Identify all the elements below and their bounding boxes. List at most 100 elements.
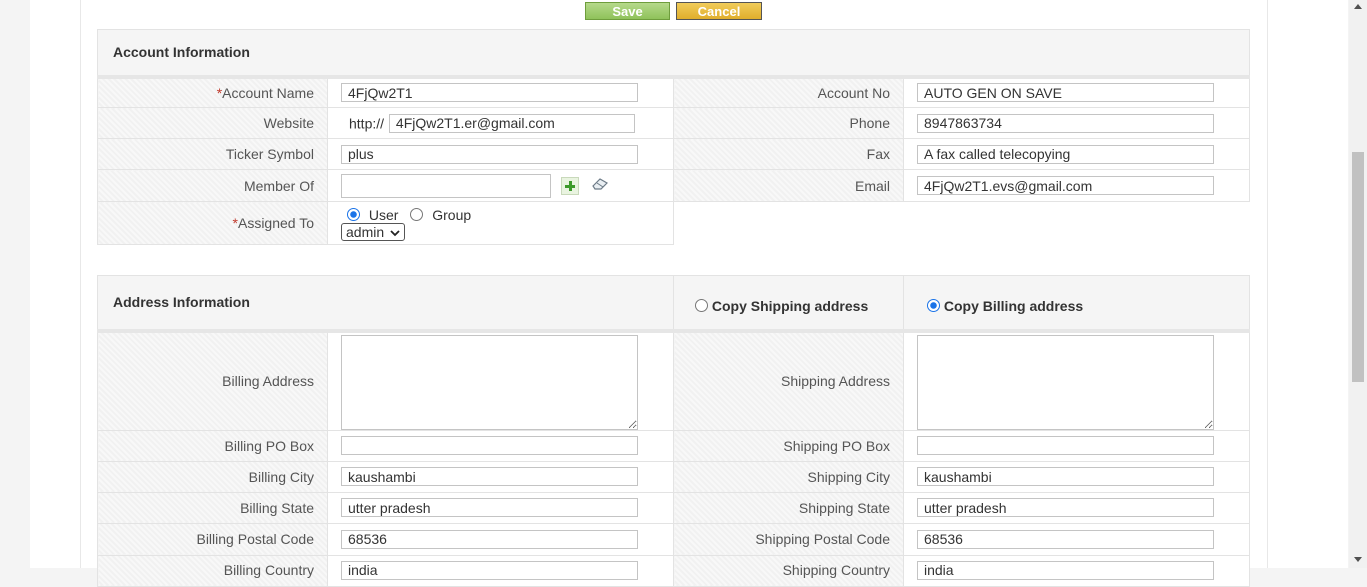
save-button[interactable]: Save xyxy=(585,2,670,20)
shipping-postal-code-label: Shipping Postal Code xyxy=(673,522,904,556)
billing-postal-code-cell xyxy=(327,522,674,556)
billing-city-cell xyxy=(327,460,674,493)
eraser-icon[interactable] xyxy=(591,177,609,194)
account-row-3: Ticker Symbol Fax xyxy=(97,138,1251,170)
shipping-po-box-input[interactable] xyxy=(917,436,1214,455)
email-input[interactable] xyxy=(917,176,1214,195)
ticker-symbol-input[interactable] xyxy=(341,144,638,164)
billing-state-label: Billing State xyxy=(97,491,328,524)
account-row-2: Website http:// Phone xyxy=(97,107,1251,139)
shipping-state-input[interactable] xyxy=(917,498,1214,517)
account-name-label-text: Account Name xyxy=(222,84,314,101)
chevron-down-icon xyxy=(390,230,400,237)
billing-address-label: Billing Address xyxy=(97,330,328,431)
copy-shipping-label: Copy Shipping address xyxy=(711,298,869,315)
address-row-1: Billing Address Shipping Address xyxy=(97,330,1250,431)
website-cell: http:// xyxy=(327,107,674,139)
assigned-to-label-text: Assigned To xyxy=(237,215,314,231)
billing-state-cell xyxy=(327,491,674,524)
assigned-to-cell: User Group admin xyxy=(327,201,674,245)
section-title: Address Information xyxy=(97,275,674,333)
billing-postal-code-input[interactable] xyxy=(341,529,638,549)
email-label: Email xyxy=(673,169,904,202)
website-prefix: http:// xyxy=(349,115,385,131)
website-input[interactable] xyxy=(388,113,635,133)
website-label: Website xyxy=(97,107,328,139)
assign-group-radio[interactable] xyxy=(410,208,424,221)
shipping-po-box-cell xyxy=(903,429,1250,462)
billing-country-input[interactable] xyxy=(341,560,638,580)
copy-billing-label: Copy Billing address xyxy=(943,298,1084,315)
scroll-up-icon[interactable] xyxy=(1354,4,1362,9)
cancel-button[interactable]: Cancel xyxy=(676,2,762,20)
shipping-city-cell xyxy=(903,460,1250,493)
billing-po-box-label: Billing PO Box xyxy=(97,429,328,462)
billing-country-label: Billing Country xyxy=(97,554,328,587)
shipping-address-cell xyxy=(903,330,1250,431)
address-row-2: Billing PO Box Shipping PO Box xyxy=(97,429,1250,462)
email-cell xyxy=(902,169,1251,202)
copy-billing-radio[interactable] xyxy=(927,299,940,313)
shipping-country-input[interactable] xyxy=(917,560,1214,580)
assign-user-radio[interactable] xyxy=(347,208,360,221)
account-row-4: Member Of Email xyxy=(97,169,1251,202)
vertical-scrollbar[interactable] xyxy=(1349,0,1367,568)
account-no-cell xyxy=(902,76,1251,108)
account-no-input[interactable] xyxy=(917,83,1214,103)
address-row-3: Billing City Shipping City xyxy=(97,460,1250,493)
account-name-label: *Account Name xyxy=(97,76,328,108)
copy-shipping-cell: Copy Shipping address xyxy=(673,275,904,333)
shipping-postal-code-input[interactable] xyxy=(917,529,1214,549)
billing-city-input[interactable] xyxy=(341,467,638,486)
billing-state-input[interactable] xyxy=(341,498,638,517)
phone-input[interactable] xyxy=(917,113,1214,133)
account-no-label: Account No xyxy=(673,76,904,108)
billing-postal-code-label: Billing Postal Code xyxy=(97,522,328,556)
shipping-state-label: Shipping State xyxy=(673,491,904,524)
account-row-5: *Assigned To User Group admin xyxy=(97,201,1250,245)
account-information-table: Account Information *Account Name Accoun… xyxy=(96,29,1251,245)
billing-po-box-input[interactable] xyxy=(341,436,638,455)
account-name-input[interactable] xyxy=(341,83,638,103)
billing-city-label: Billing City xyxy=(97,460,328,493)
shipping-city-label: Shipping City xyxy=(673,460,904,493)
phone-label: Phone xyxy=(673,107,904,139)
ticker-symbol-cell xyxy=(327,138,674,170)
scroll-thumb[interactable] xyxy=(1352,152,1364,382)
plus-icon[interactable] xyxy=(560,176,579,195)
shipping-state-cell xyxy=(903,491,1250,524)
assigned-to-label: *Assigned To xyxy=(97,201,328,245)
ticker-symbol-label: Ticker Symbol xyxy=(97,138,328,170)
member-of-input[interactable] xyxy=(341,173,551,198)
shipping-country-label: Shipping Country xyxy=(673,554,904,587)
copy-billing-cell: Copy Billing address xyxy=(903,275,1250,333)
copy-shipping-radio[interactable] xyxy=(695,299,708,313)
address-row-5: Billing Postal Code Shipping Postal Code xyxy=(97,522,1250,556)
shipping-po-box-label: Shipping PO Box xyxy=(673,429,904,462)
billing-country-cell xyxy=(327,554,674,587)
assigned-user-value: admin xyxy=(346,224,385,240)
fax-cell xyxy=(902,138,1251,170)
member-of-label: Member Of xyxy=(97,169,328,202)
account-name-cell xyxy=(327,76,674,108)
scroll-down-icon[interactable] xyxy=(1354,557,1362,562)
address-row-6: Billing Country Shipping Country xyxy=(97,554,1250,587)
account-row-1: *Account Name Account No xyxy=(97,76,1251,108)
empty-cell xyxy=(673,201,1250,245)
account-information-header: Account Information xyxy=(96,29,1251,79)
address-information-header: Address Information Copy Shipping addres… xyxy=(97,275,1250,333)
assigned-user-select[interactable]: admin xyxy=(341,223,406,241)
member-of-cell xyxy=(327,169,674,202)
section-title: Account Information xyxy=(96,29,1251,79)
billing-address-textarea[interactable] xyxy=(341,334,638,430)
billing-po-box-cell xyxy=(327,429,674,462)
fax-input[interactable] xyxy=(917,144,1214,164)
shipping-city-input[interactable] xyxy=(917,467,1214,486)
assign-group-label: Group xyxy=(432,207,472,223)
address-information-table: Address Information Copy Shipping addres… xyxy=(97,275,1250,587)
shipping-address-textarea[interactable] xyxy=(917,334,1214,430)
shipping-postal-code-cell xyxy=(903,522,1250,556)
address-row-4: Billing State Shipping State xyxy=(97,491,1250,524)
billing-address-cell xyxy=(327,330,674,431)
phone-cell xyxy=(902,107,1251,139)
